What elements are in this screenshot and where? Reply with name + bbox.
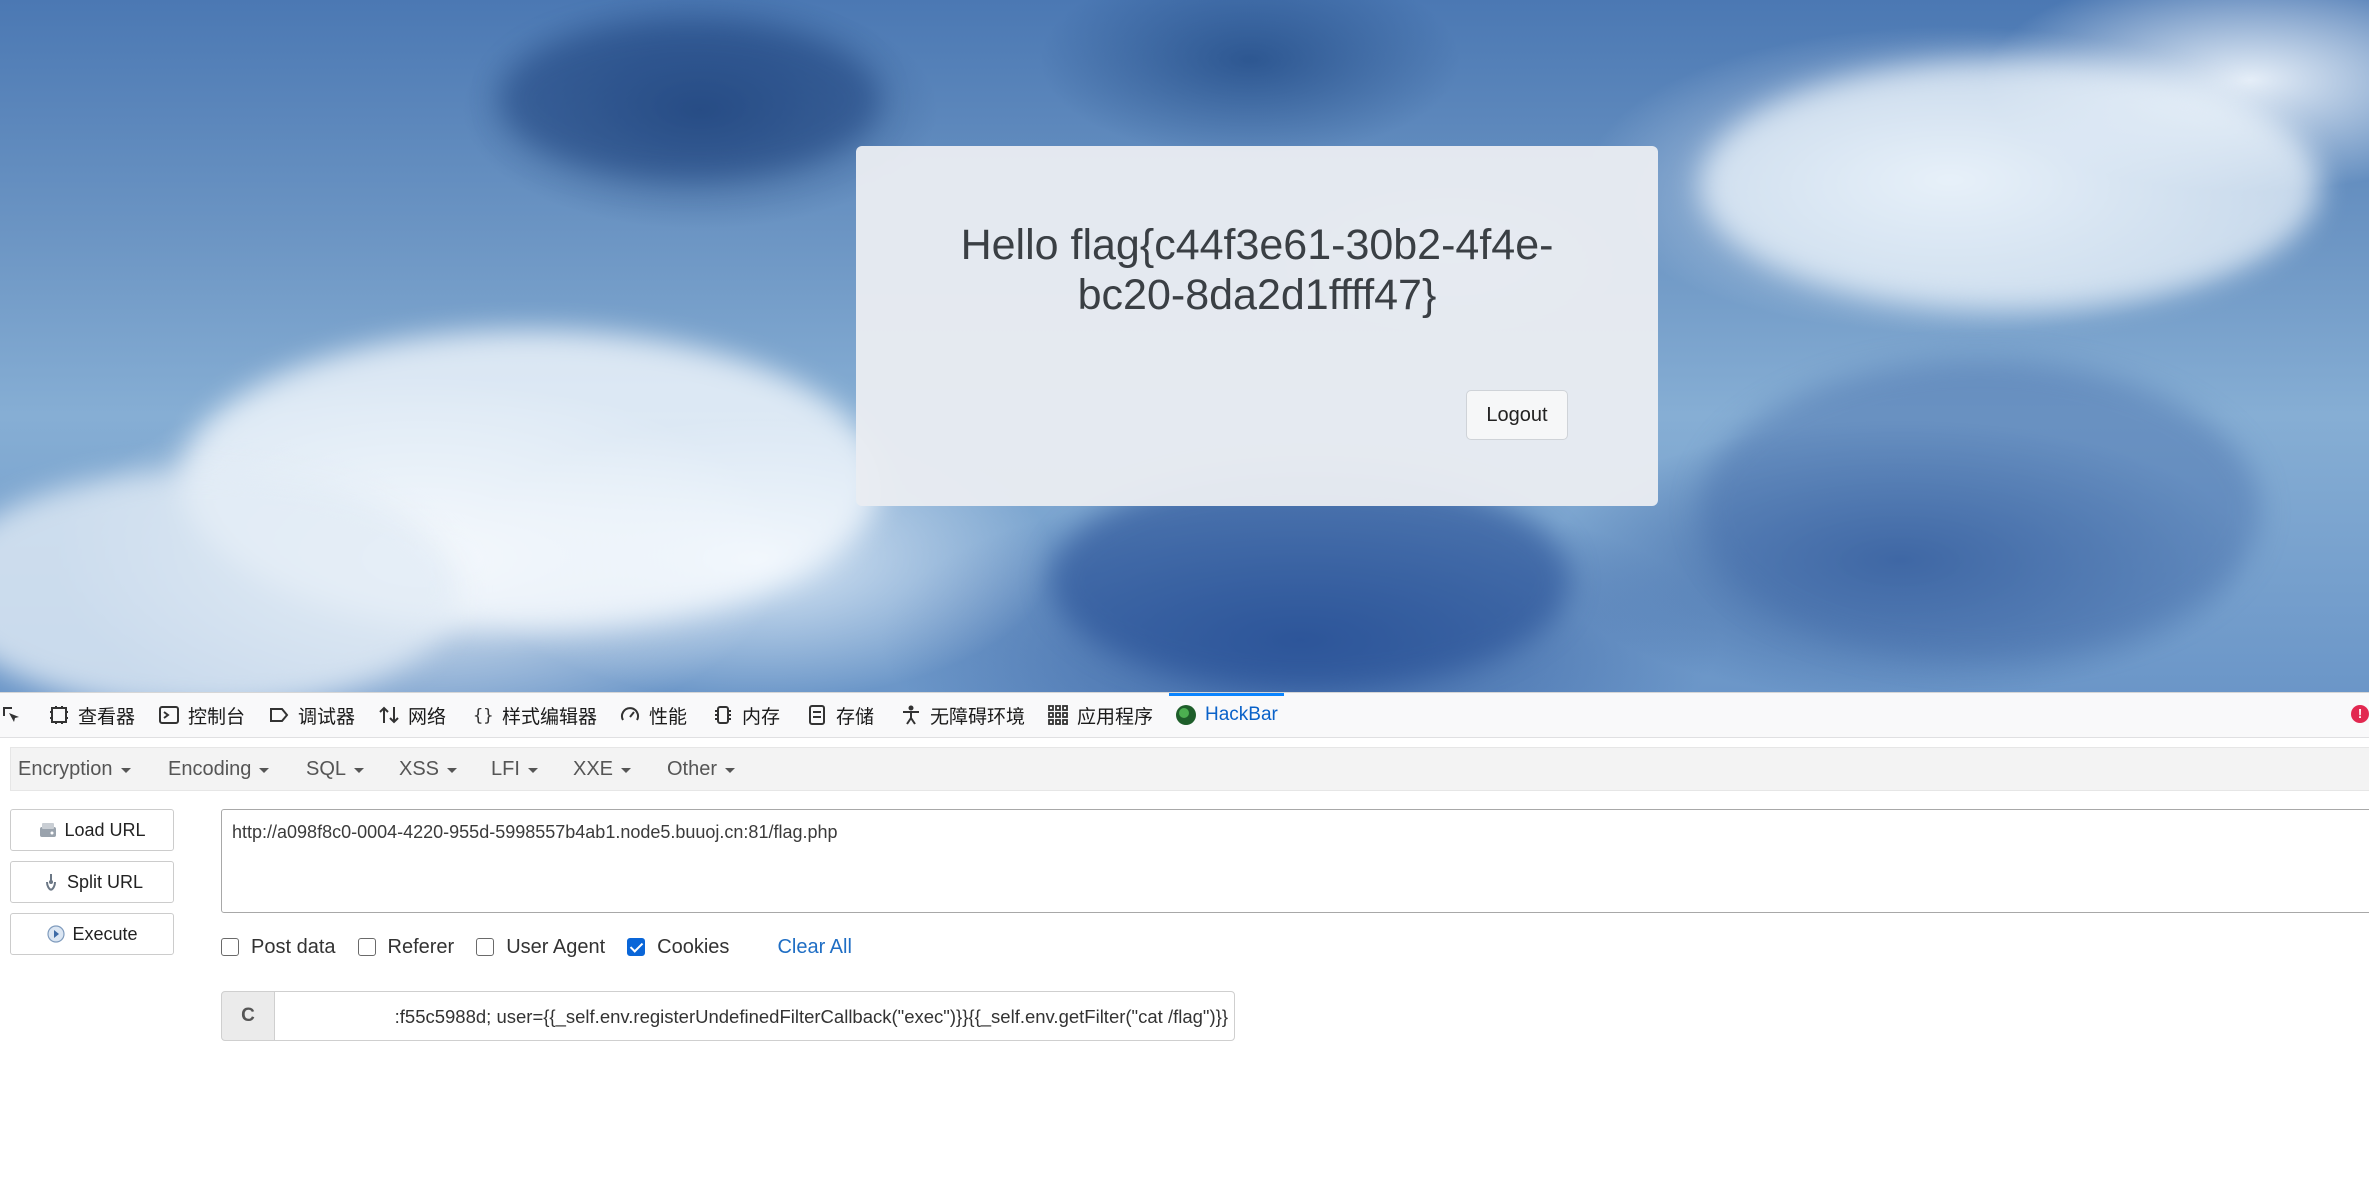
tab-label: 无障碍环境	[930, 706, 1026, 728]
option-label: Referer	[387, 935, 455, 958]
tab-network[interactable]: 网络	[378, 693, 446, 737]
tab-style-editor[interactable]: {} 样式编辑器	[472, 693, 597, 737]
tab-inspector[interactable]: 查看器	[48, 693, 135, 737]
load-url-button[interactable]: Load URL	[10, 809, 174, 851]
execute-icon	[47, 925, 66, 943]
style-editor-icon: {}	[473, 706, 493, 726]
referer-option[interactable]: Referer	[357, 935, 455, 959]
storage-icon	[809, 705, 825, 725]
menu-label: XXE	[573, 757, 614, 780]
welcome-card: Hello flag{c44f3e61-30b2-4f4e-bc20-8da2d…	[856, 146, 1658, 506]
menu-label: Encoding	[168, 757, 252, 780]
tab-label: 内存	[742, 706, 781, 728]
caret-down-icon	[621, 767, 632, 773]
tab-debugger[interactable]: 调试器	[268, 693, 355, 737]
menu-label: XSS	[399, 757, 440, 780]
svg-text:{}: {}	[473, 706, 493, 726]
tab-label: 应用程序	[1077, 706, 1154, 728]
split-url-icon	[45, 874, 56, 891]
caret-down-icon	[447, 767, 458, 773]
caret-down-icon	[259, 767, 270, 773]
performance-icon	[621, 707, 639, 721]
cookie-input[interactable]: :f55c5988d; user={{_self.env.registerUnd…	[274, 991, 1235, 1041]
cloud-decoration	[1700, 60, 2320, 310]
debugger-icon	[270, 708, 289, 722]
hello-flag-text: Hello flag{c44f3e61-30b2-4f4e-bc20-8da2d…	[960, 221, 1554, 319]
tab-memory[interactable]: 内存	[712, 693, 780, 737]
cloud-decoration	[500, 20, 880, 180]
caret-down-icon	[527, 767, 538, 773]
tab-label: 存储	[836, 706, 875, 728]
tab-label: 样式编辑器	[502, 706, 598, 728]
cookie-value: :f55c5988d; user={{_self.env.registerUnd…	[394, 1006, 1228, 1027]
tab-label: 性能	[649, 706, 688, 728]
menu-encoding[interactable]: Encoding	[168, 748, 270, 790]
caret-down-icon	[354, 767, 365, 773]
caret-down-icon	[725, 767, 736, 773]
picker-icon	[3, 707, 19, 722]
tab-label: 控制台	[188, 706, 246, 728]
cookie-label: C	[221, 991, 275, 1041]
execute-button[interactable]: Execute	[10, 913, 174, 955]
devtools-panel: 查看器 控制台 调试器 网络 {} 样式编辑器 性能 内存 存储 无障碍环境 应…	[0, 692, 2369, 1196]
button-label: Split URL	[66, 871, 144, 892]
options-row: Post data Referer User Agent Cookies Cle…	[221, 933, 852, 961]
load-url-icon	[40, 823, 57, 837]
menu-lfi[interactable]: LFI	[491, 748, 538, 790]
hackbar-menu: Encryption Encoding SQL XSS LFI XXE Othe…	[10, 747, 2369, 791]
menu-label: LFI	[491, 757, 520, 780]
inspector-icon	[50, 706, 68, 724]
menu-encryption[interactable]: Encryption	[18, 748, 131, 790]
cookies-option[interactable]: Cookies	[627, 936, 729, 959]
tab-accessibility[interactable]: 无障碍环境	[900, 693, 1025, 737]
tab-hackbar[interactable]: HackBar	[1169, 693, 1284, 737]
tab-label: HackBar	[1205, 704, 1278, 725]
caret-down-icon	[120, 767, 131, 773]
url-textarea[interactable]: http://a098f8c0-0004-4220-955d-5998557b4…	[221, 809, 2369, 913]
element-picker-button[interactable]	[0, 693, 22, 737]
button-label: Load URL	[64, 819, 146, 840]
tab-storage[interactable]: 存储	[806, 693, 874, 737]
error-badge-icon[interactable]: !	[2351, 705, 2369, 723]
menu-label: SQL	[306, 757, 347, 780]
accessibility-icon	[903, 705, 919, 725]
menu-other[interactable]: Other	[667, 748, 736, 790]
cloud-decoration	[1700, 360, 2260, 660]
web-page-viewport: Hello flag{c44f3e61-30b2-4f4e-bc20-8da2d…	[0, 0, 2369, 692]
tab-label: 调试器	[298, 706, 356, 728]
referer-checkbox[interactable]	[357, 938, 376, 956]
option-label: Cookies	[657, 935, 730, 958]
menu-label: Other	[667, 757, 718, 780]
post-data-checkbox[interactable]	[221, 938, 239, 956]
menu-label: Encryption	[18, 757, 113, 780]
post-data-option[interactable]: Post data	[221, 936, 336, 959]
hackbar-icon	[1176, 705, 1196, 725]
user-agent-option[interactable]: User Agent	[476, 936, 605, 959]
option-label: User Agent	[506, 935, 606, 958]
devtools-toolbar: 查看器 控制台 调试器 网络 {} 样式编辑器 性能 内存 存储 无障碍环境 应…	[0, 693, 2369, 738]
tab-label: 网络	[408, 706, 447, 728]
memory-icon	[715, 706, 731, 724]
logout-button[interactable]: Logout	[1466, 390, 1568, 440]
menu-xss[interactable]: XSS	[399, 748, 458, 790]
tab-application[interactable]: 应用程序	[1047, 693, 1153, 737]
split-url-button[interactable]: Split URL	[10, 861, 174, 903]
application-icon	[1048, 705, 1068, 725]
tab-label: 查看器	[78, 706, 136, 728]
network-icon	[379, 706, 399, 724]
button-label: Execute	[72, 923, 138, 944]
menu-sql[interactable]: SQL	[306, 748, 365, 790]
cookie-field: C :f55c5988d; user={{_self.env.registerU…	[221, 991, 1235, 1041]
clear-all-link[interactable]: Clear All	[777, 936, 851, 959]
option-label: Post data	[251, 935, 336, 958]
menu-xxe[interactable]: XXE	[573, 748, 632, 790]
tab-console[interactable]: 控制台	[158, 693, 245, 737]
console-icon	[159, 706, 179, 724]
user-agent-checkbox[interactable]	[476, 938, 495, 956]
tab-performance[interactable]: 性能	[619, 693, 687, 737]
cookies-checkbox[interactable]	[627, 938, 646, 956]
